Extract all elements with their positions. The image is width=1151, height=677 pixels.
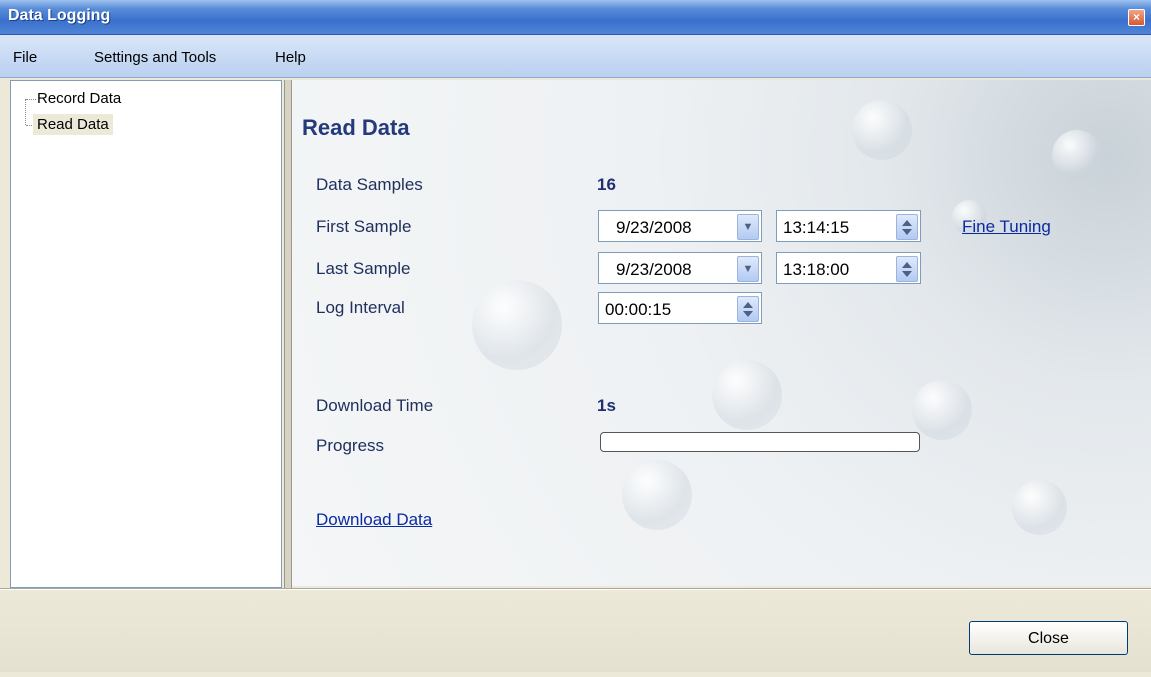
data-samples-label: Data Samples <box>316 175 423 194</box>
chevron-down-icon[interactable]: ▼ <box>737 256 759 282</box>
menu-bar: File Settings and Tools Help <box>0 35 1151 78</box>
background-droplet <box>712 360 782 430</box>
background-droplet <box>1052 130 1102 180</box>
tree-item-record-data[interactable]: Record Data <box>33 88 125 109</box>
progress-bar <box>600 432 920 452</box>
download-time-label: Download Time <box>316 396 434 415</box>
first-sample-label: First Sample <box>316 217 412 236</box>
read-data-panel: Read Data Data Samples 16 First Sample 9… <box>292 80 1151 586</box>
last-sample-date-picker[interactable]: 9/23/2008 ▼ <box>598 252 762 284</box>
first-sample-date-picker[interactable]: 9/23/2008 ▼ <box>598 210 762 242</box>
progress-label: Progress <box>316 436 385 455</box>
spin-up-down-icon[interactable] <box>737 296 759 322</box>
data-samples-value: 16 <box>597 175 616 194</box>
menu-help[interactable]: Help <box>275 49 306 66</box>
menu-file[interactable]: File <box>13 49 37 66</box>
spin-up-down-icon[interactable] <box>896 256 918 282</box>
tree-connector <box>25 99 26 125</box>
chevron-down-icon[interactable]: ▼ <box>737 214 759 240</box>
background-droplet <box>1012 480 1067 535</box>
close-icon[interactable]: × <box>1128 9 1145 26</box>
spin-up-down-icon[interactable] <box>896 214 918 240</box>
background-droplet <box>912 380 972 440</box>
background-droplet <box>472 280 562 370</box>
navigation-tree: Record Data Read Data <box>10 80 282 588</box>
title-bar[interactable]: Data Logging × <box>0 0 1151 35</box>
download-time-value: 1s <box>597 396 616 415</box>
last-sample-time-spinner[interactable]: 13:18:00 <box>776 252 921 284</box>
tree-item-read-data[interactable]: Read Data <box>33 114 113 135</box>
fine-tuning-link[interactable]: Fine Tuning <box>962 217 1051 237</box>
data-logging-window: Data Logging × File Settings and Tools H… <box>0 0 1151 677</box>
first-sample-time-spinner[interactable]: 13:14:15 <box>776 210 921 242</box>
background-droplet <box>852 100 912 160</box>
panel-splitter[interactable] <box>284 80 292 588</box>
page-title: Read Data <box>302 115 410 140</box>
download-data-link[interactable]: Download Data <box>316 510 432 530</box>
window-title: Data Logging <box>8 7 111 24</box>
log-interval-spinner[interactable]: 00:00:15 <box>598 292 762 324</box>
log-interval-label: Log Interval <box>316 298 405 317</box>
close-button[interactable]: Close <box>969 621 1128 655</box>
background-droplet <box>622 460 692 530</box>
last-sample-label: Last Sample <box>316 259 411 278</box>
menu-settings-and-tools[interactable]: Settings and Tools <box>94 49 216 66</box>
